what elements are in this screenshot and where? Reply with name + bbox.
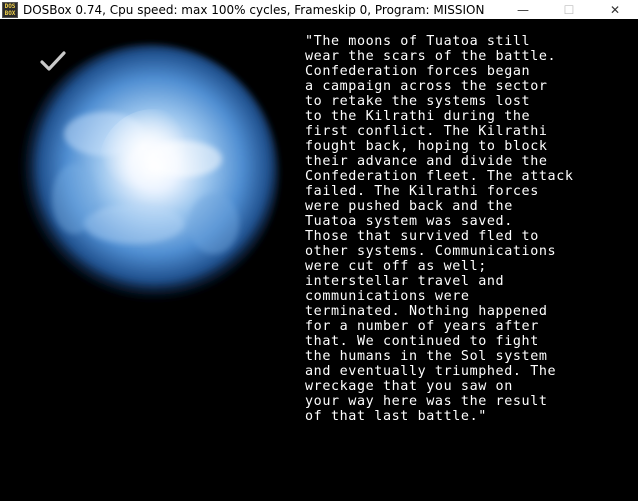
- story-line: Confederation forces began: [305, 64, 531, 79]
- story-line: their advance and divide the: [305, 154, 548, 169]
- story-line: "The moons of Tuatoa still: [305, 34, 531, 49]
- story-line: wear the scars of the battle.: [305, 49, 557, 64]
- story-line: were cut off as well;: [305, 259, 487, 274]
- story-line: to retake the systems lost: [305, 94, 531, 109]
- story-line: interstellar travel and: [305, 274, 505, 289]
- story-line: were pushed back and the: [305, 199, 513, 214]
- dos-screen[interactable]: "The moons of Tuatoa still wear the scar…: [0, 19, 638, 501]
- maximize-button[interactable]: ☐: [546, 0, 592, 19]
- story-line: other systems. Communications: [305, 244, 557, 259]
- story-line: for a number of years after: [305, 319, 539, 334]
- story-line: fought back, hoping to block: [305, 139, 548, 154]
- story-line: Tuatoa system was saved.: [305, 214, 513, 229]
- story-line: Those that survived fled to: [305, 229, 539, 244]
- story-line: the humans in the Sol system: [305, 349, 548, 364]
- minimize-button[interactable]: —: [500, 0, 546, 19]
- story-line: wreckage that you saw on: [305, 379, 513, 394]
- story-line: of that last battle.": [305, 409, 487, 424]
- app-icon-line-2: BOX: [4, 9, 16, 17]
- checkmark-icon: [40, 51, 66, 71]
- window-title: DOSBox 0.74, Cpu speed: max 100% cycles,…: [23, 3, 485, 17]
- story-line: your way here was the result: [305, 394, 548, 409]
- title-bar[interactable]: DOS BOX DOSBox 0.74, Cpu speed: max 100%…: [0, 0, 638, 19]
- planet-image: [19, 44, 279, 304]
- story-line: first conflict. The Kilrathi: [305, 124, 548, 139]
- window-controls: — ☐ ✕: [500, 0, 638, 19]
- story-line: communications were: [305, 289, 470, 304]
- story-line: Confederation fleet. The attack: [305, 169, 574, 184]
- story-line: and eventually triumphed. The: [305, 364, 557, 379]
- story-text: "The moons of Tuatoa still wear the scar…: [305, 34, 625, 424]
- story-line: that. We continued to fight: [305, 334, 539, 349]
- app-icon-line-1: DOS: [4, 2, 16, 10]
- story-line: to the Kilrathi during the: [305, 109, 531, 124]
- story-line: terminated. Nothing happened: [305, 304, 548, 319]
- dosbox-app-icon[interactable]: DOS BOX: [2, 1, 18, 18]
- close-button[interactable]: ✕: [592, 0, 638, 19]
- story-line: failed. The Kilrathi forces: [305, 184, 539, 199]
- dosbox-window: DOS BOX DOSBox 0.74, Cpu speed: max 100%…: [0, 0, 638, 501]
- story-line: a campaign across the sector: [305, 79, 548, 94]
